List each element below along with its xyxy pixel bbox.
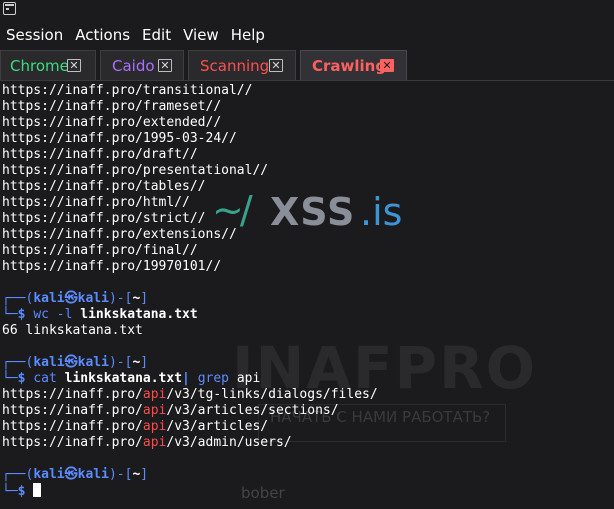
tab-label: Crawling [312, 56, 387, 75]
tab-bar: Chrome ✕ Caido ✕ Scanning ✕ Crawling ✕ [0, 50, 614, 81]
title-bar [0, 0, 614, 22]
tab-chrome[interactable]: Chrome ✕ [0, 50, 96, 80]
output-line: https://inaff.pro/presentational// [2, 163, 269, 178]
close-icon[interactable]: ✕ [269, 59, 283, 72]
output-line: https://inaff.pro/tables// [2, 179, 206, 194]
tab-crawling[interactable]: Crawling ✕ [300, 50, 407, 80]
menu-session[interactable]: Session [0, 22, 69, 48]
output-line: https://inaff.pro/strict// [2, 211, 206, 226]
tab-caido[interactable]: Caido ✕ [100, 50, 184, 80]
command-line[interactable]: └─$ [0, 483, 614, 499]
tab-scanning[interactable]: Scanning ✕ [188, 50, 296, 80]
output-line: https://inaff.pro/extended// [2, 115, 222, 130]
output-line: https://inaff.pro/transitional// [2, 83, 253, 98]
output-line: https://inaff.pro/frameset// [2, 99, 222, 114]
text-cursor [33, 483, 42, 497]
output-line: https://inaff.pro/19970101// [2, 259, 222, 274]
prompt-header: ┌──(kali㉿kali)-[~] [2, 355, 149, 370]
output-line: https://inaff.pro/final// [2, 243, 198, 258]
menu-bar: Session Actions Edit View Help [0, 22, 614, 48]
prompt-header: ┌──(kali㉿kali)-[~] [2, 291, 149, 306]
output-line: https://inaff.pro/1995-03-24// [2, 131, 237, 146]
menu-view[interactable]: View [177, 22, 225, 48]
tab-label: Caido [112, 56, 155, 75]
close-icon[interactable]: ✕ [158, 59, 172, 72]
output-line: 66 linkskatana.txt [2, 323, 143, 338]
menu-help[interactable]: Help [225, 22, 271, 48]
command-line: └─$ wc -l linkskatana.txt [2, 307, 198, 322]
grep-result: https://inaff.pro/api/v3/tg-links/dialog… [2, 387, 378, 402]
close-icon[interactable]: ✕ [67, 59, 81, 72]
terminal-app-icon [3, 2, 16, 15]
output-line: https://inaff.pro/html// [2, 195, 190, 210]
terminal-output[interactable]: https://inaff.pro/transitional// https:/… [0, 83, 614, 509]
tab-label: Chrome [10, 56, 69, 75]
prompt-header: ┌──(kali㉿kali)-[~] [2, 467, 149, 482]
tab-label: Scanning [200, 56, 270, 75]
menu-actions[interactable]: Actions [69, 22, 136, 48]
grep-result: https://inaff.pro/api/v3/articles/sectio… [2, 403, 339, 418]
close-icon[interactable]: ✕ [380, 59, 394, 72]
output-line: https://inaff.pro/draft// [2, 147, 198, 162]
command-line: └─$ cat linkskatana.txt| grep api [2, 371, 261, 386]
grep-result: https://inaff.pro/api/v3/articles/ [2, 419, 269, 434]
grep-result: https://inaff.pro/api/v3/admin/users/ [2, 435, 292, 450]
output-line: https://inaff.pro/extensions// [2, 227, 237, 242]
menu-edit[interactable]: Edit [136, 22, 177, 48]
